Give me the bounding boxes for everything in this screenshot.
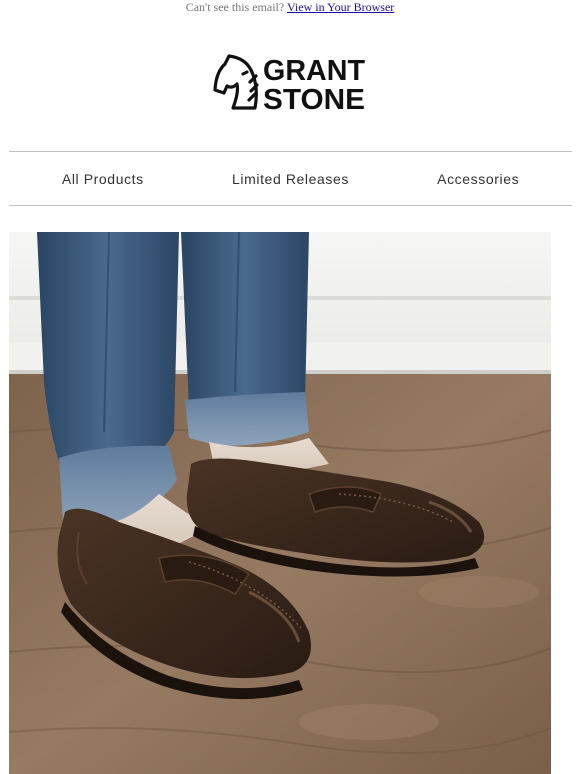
horse-head-icon (213, 54, 259, 110)
nav-limited-releases[interactable]: Limited Releases (197, 152, 385, 205)
email-body: Can't see this email? View in Your Brows… (0, 0, 580, 774)
view-in-browser-link[interactable]: View in Your Browser (287, 0, 394, 14)
nav-accessories[interactable]: Accessories (384, 152, 572, 205)
brand-logo[interactable]: GRANT STONE (213, 52, 368, 116)
nav-all-products[interactable]: All Products (9, 152, 197, 205)
brand-name-line1: GRANT (263, 55, 365, 87)
preheader-text: Can't see this email? (185, 0, 285, 14)
preheader: Can't see this email? View in Your Brows… (0, 0, 580, 16)
hero-image[interactable] (9, 232, 551, 774)
brand-name-line2: STONE (263, 84, 365, 112)
nav-divider-bottom (9, 205, 572, 206)
main-nav: All Products Limited Releases Accessorie… (9, 152, 572, 205)
